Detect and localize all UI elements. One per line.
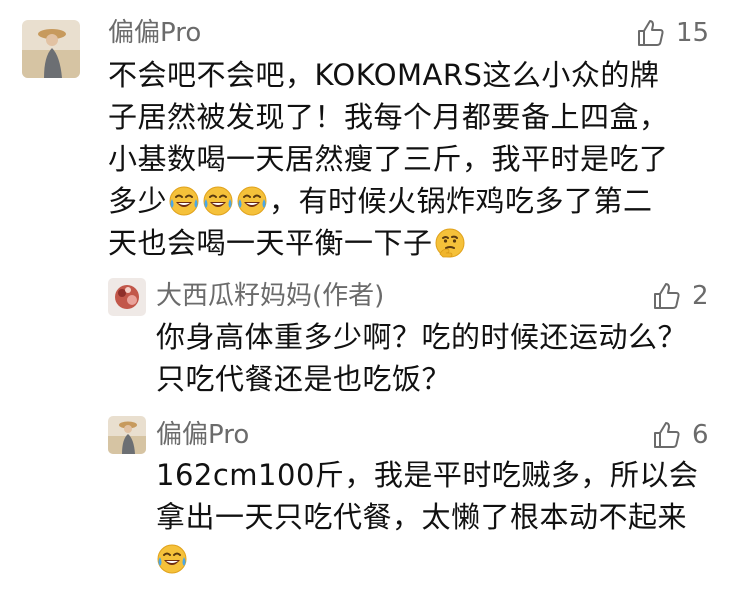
thumbs-up-icon [652, 281, 682, 311]
comment-line: 天也会喝一天平衡一下子 [108, 222, 718, 264]
like-count: 2 [692, 281, 709, 311]
comment-line: 拿出一天只吃代餐，太懒了根本动不起来 [156, 500, 688, 534]
laugh-cry-emoji [168, 185, 200, 217]
like-count: 6 [692, 420, 709, 450]
comment-line: 多少 ，有时候火锅炸鸡吃多了第二 [108, 180, 718, 222]
like-button[interactable]: 6 [652, 420, 709, 450]
comment-line: 子居然被发现了！我每个月都要备上四盒， [108, 100, 669, 134]
comment-line: 只吃代餐还是也吃饭？ [156, 362, 452, 396]
comment-author[interactable]: 大西瓜籽妈妈(作者) [156, 281, 384, 311]
avatar[interactable] [22, 20, 80, 78]
comment-text: 162cm100斤，我是平时吃贼多，所以会 拿出一天只吃代餐，太懒了根本动不起来 [156, 454, 716, 580]
comment-line: 不会吧不会吧，KOKOMARS这么小众的牌 [108, 58, 660, 92]
thumbs-up-icon [652, 420, 682, 450]
laugh-cry-emoji [202, 185, 234, 217]
comment-line: 162cm100斤，我是平时吃贼多，所以会 [156, 458, 699, 492]
laugh-cry-emoji [236, 185, 268, 217]
thinking-emoji [434, 227, 466, 259]
comment-line-part: 多少 [108, 184, 168, 218]
comment-line: 你身高体重多少啊？吃的时候还运动么？ [156, 320, 688, 354]
comment-line-part: 天也会喝一天平衡一下子 [108, 226, 433, 260]
thumbs-up-icon [636, 18, 666, 48]
like-button[interactable]: 15 [636, 18, 709, 48]
like-button[interactable]: 2 [652, 281, 709, 311]
comment-line-part: ，有时候火锅炸鸡吃多了第二 [269, 184, 653, 218]
avatar[interactable] [108, 278, 146, 316]
laugh-cry-emoji [156, 543, 188, 575]
comment-author[interactable]: 偏偏Pro [108, 18, 201, 48]
comment-line: 小基数喝一天居然瘦了三斤，我平时是吃了 [108, 142, 669, 176]
comment-author[interactable]: 偏偏Pro [156, 420, 249, 450]
comment-text: 不会吧不会吧，KOKOMARS这么小众的牌 子居然被发现了！我每个月都要备上四盒… [108, 54, 718, 264]
like-count: 15 [676, 18, 710, 48]
comment-line [156, 538, 716, 580]
avatar[interactable] [108, 416, 146, 454]
comment-text: 你身高体重多少啊？吃的时候还运动么？ 只吃代餐还是也吃饭？ [156, 316, 716, 400]
